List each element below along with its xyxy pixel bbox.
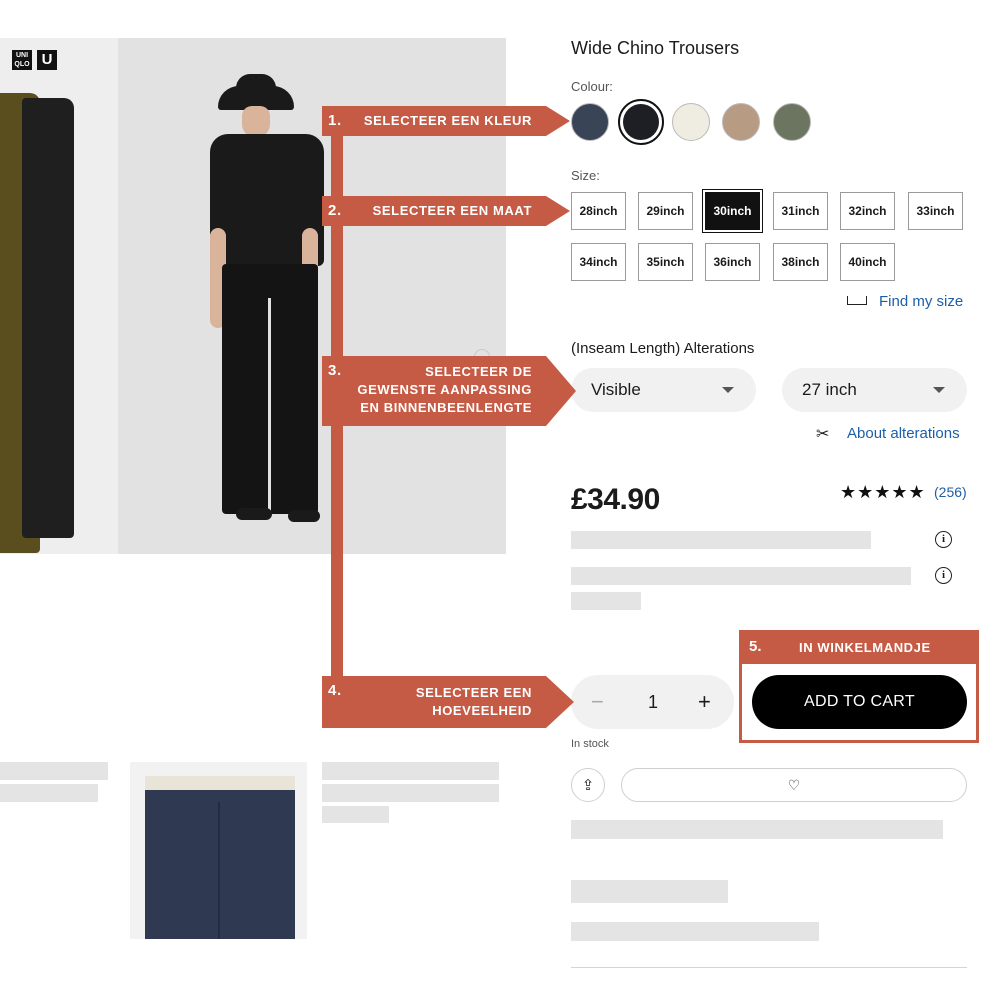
stock-status: In stock [571,738,609,750]
info-icon[interactable]: i [935,567,952,584]
product-thumbnail[interactable] [130,762,307,939]
inseam-length-select[interactable]: 27 inch [782,368,967,412]
colour-swatch-olive[interactable] [773,103,811,141]
rating-stars-glyphs: ★★★★★ [840,482,926,502]
alteration-type-value: Visible [591,380,641,399]
chevron-down-icon [933,387,945,393]
placeholder-bar [322,806,389,823]
trouser-gap [268,298,271,514]
uniqlo-logo: UNI QLO [12,50,32,70]
review-count-link[interactable]: (256) [934,484,967,500]
product-title: Wide Chino Trousers [571,38,740,58]
quantity-decrease-button[interactable]: − [591,689,604,715]
fly-seam [218,802,220,939]
step-text: IN WINKELMANDJE [799,640,931,655]
scissors-icon: ✂ [816,426,830,443]
annotation-step-1: 1. SELECTEER EEN KLEUR [322,106,546,136]
colour-swatch-black[interactable] [618,99,664,145]
placeholder-bar [571,592,641,610]
size-option-31inch[interactable]: 31inch [773,192,828,230]
annotation-step-3: 3. SELECTEER DE GEWENSTE AANPASSING EN B… [322,356,546,426]
quantity-increase-button[interactable]: + [698,689,711,715]
colour-swatch-navy[interactable] [571,103,609,141]
size-option-40inch[interactable]: 40inch [840,243,895,281]
step-number: 4. [328,682,342,699]
step-text: SELECTEER DE GEWENSTE AANPASSING EN BINN… [357,364,532,415]
placeholder-bar [322,784,499,802]
inseam-length-value: 27 inch [802,380,857,399]
right-sandal [288,510,320,522]
black-trousers-image [22,98,74,538]
annotation-arrow [546,676,574,728]
annotation-step-2: 2. SELECTEER EEN MAAT [322,196,546,226]
size-option-29inch[interactable]: 29inch [638,192,693,230]
placeholder-bar [571,567,911,585]
size-label: Size: [571,168,600,183]
size-option-35inch[interactable]: 35inch [638,243,693,281]
share-button[interactable]: ⇪ [571,768,605,802]
product-price: £34.90 [571,483,660,516]
about-alterations-link[interactable]: About alterations [847,425,960,442]
annotation-arrow [546,106,570,136]
step-text: SELECTEER EEN KLEUR [363,113,532,128]
ruler-icon [847,296,867,305]
step-number: 1. [328,112,342,129]
size-option-36inch[interactable]: 36inch [705,243,760,281]
alterations-label: (Inseam Length) Alterations [571,340,755,357]
product-image-flatlay [0,38,118,554]
annotation-arrow [546,196,570,226]
hat-crown [236,74,276,94]
size-option-34inch[interactable]: 34inch [571,243,626,281]
placeholder-bar [322,762,499,780]
left-sandal [236,508,272,520]
step-number: 3. [328,362,342,379]
colour-label: Colour: [571,79,613,94]
heart-icon: ♡ [787,776,801,793]
divider [571,967,967,968]
annotation-step-5: 5. IN WINKELMANDJE [739,630,979,664]
placeholder-bar [571,531,871,549]
placeholder-bar [0,762,108,780]
rating-stars: ★★★★★ [840,482,926,503]
placeholder-bar [571,820,943,839]
quantity-stepper: − 1 + [571,675,734,729]
step-text: SELECTEER EEN MAAT [372,203,532,218]
colour-swatch-off-white[interactable] [672,103,710,141]
placeholder-bar [571,922,819,941]
favorite-button[interactable]: ♡ [621,768,967,802]
size-option-32inch[interactable]: 32inch [840,192,895,230]
info-icon[interactable]: i [935,531,952,548]
alteration-type-select[interactable]: Visible [571,368,756,412]
placeholder-bar [0,784,98,802]
placeholder-bar [571,880,728,903]
quantity-value: 1 [648,692,659,712]
chevron-down-icon [722,387,734,393]
find-my-size-link[interactable]: Find my size [879,293,963,310]
step-number: 5. [749,638,762,655]
step-text: SELECTEER EEN HOEVEELHEID [415,685,532,718]
navy-trousers-image [145,776,295,939]
share-icon: ⇪ [581,777,595,794]
waistband-shape [145,776,295,790]
size-option-30inch[interactable]: 30inch [702,189,763,233]
colour-swatch-beige[interactable] [722,103,760,141]
annotation-arrow [546,356,576,426]
size-option-33inch[interactable]: 33inch [908,192,963,230]
annotation-step-4: 4. SELECTEER EEN HOEVEELHEID [322,676,546,728]
size-option-38inch[interactable]: 38inch [773,243,828,281]
uniqlo-u-logo: U [37,50,57,70]
size-option-28inch[interactable]: 28inch [571,192,626,230]
step-number: 2. [328,202,342,219]
